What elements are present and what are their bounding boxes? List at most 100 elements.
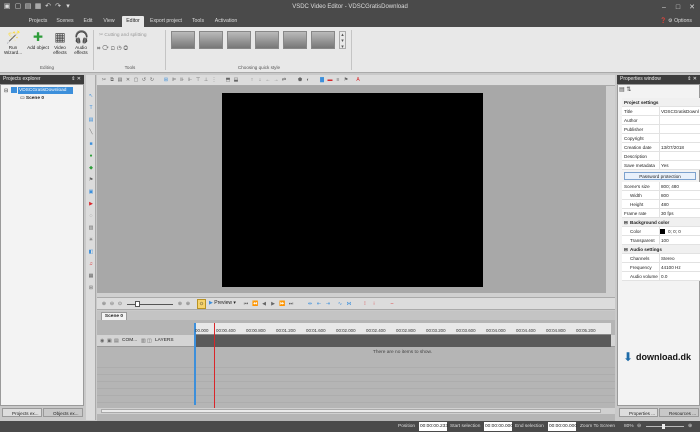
prop-value[interactable]: Yes — [659, 161, 700, 170]
distribute-icon[interactable]: ⋮ — [211, 77, 217, 83]
zoom-to-screen-button[interactable]: Zoom To Screen — [580, 421, 615, 432]
pin-close-icon[interactable]: ⇕ ✕ — [71, 75, 81, 84]
close-button[interactable]: ✕ — [686, 2, 698, 13]
bring-front-icon[interactable]: ⬒ — [225, 77, 231, 83]
quick-style-2[interactable] — [199, 31, 223, 49]
prop-color-row[interactable]: Color 0; 0; 0 — [622, 227, 700, 236]
quick-style-4[interactable] — [255, 31, 279, 49]
move-right-icon[interactable]: → — [273, 77, 279, 83]
shape-icon[interactable]: ⬟ — [297, 77, 303, 83]
rotate-icon[interactable]: ⟳ — [102, 46, 110, 52]
counter-icon[interactable]: ⊞ — [88, 285, 94, 291]
zoom-reset-icon[interactable]: ⊛ — [177, 301, 183, 307]
scene-tree-item[interactable]: ▭ Scene 0 — [20, 96, 44, 101]
prop-value[interactable]: 30 fps — [659, 209, 700, 218]
track-audio-icon[interactable]: ▤ — [114, 338, 119, 344]
rotate-left-icon[interactable]: ↺ — [141, 77, 147, 83]
prop-value[interactable]: 480 — [659, 200, 700, 209]
quick-style-6[interactable] — [311, 31, 335, 49]
rotate-right-icon[interactable]: ↻ — [149, 77, 155, 83]
prop-height-row[interactable]: Height 480 — [622, 200, 700, 209]
tree-collapse-icon[interactable]: ⊟ — [4, 88, 8, 94]
video-icon[interactable]: ▶ — [88, 201, 94, 207]
delete-icon[interactable]: ✕ — [125, 77, 131, 83]
next-frame-icon[interactable]: ⏩ — [279, 301, 285, 307]
maximize-button[interactable]: □ — [672, 2, 684, 13]
tab-resources[interactable]: Resources ... — [659, 408, 699, 417]
prop-value[interactable] — [659, 125, 700, 134]
add-object-button[interactable]: ✚ Add object — [27, 30, 49, 50]
tab-projects-explorer[interactable]: Projects ex... — [2, 408, 42, 417]
font-color-icon[interactable]: A — [355, 77, 361, 83]
tab-projects[interactable]: Projects — [26, 16, 50, 27]
section-audio-settings[interactable]: ⊟ Audio settings — [622, 245, 700, 254]
move-down-icon[interactable]: ↓ — [257, 77, 263, 83]
tab-properties[interactable]: Properties ... — [619, 408, 658, 417]
options-button[interactable]: ❓ ⚙ Options — [656, 16, 696, 27]
move-left-icon[interactable]: ← — [265, 77, 271, 83]
fill-color-icon[interactable]: ▇ — [319, 77, 325, 83]
go-start-icon[interactable]: ⏮ — [243, 301, 249, 307]
step-back-icon[interactable]: ◀ — [261, 301, 267, 307]
spectrum-icon[interactable]: ▦ — [88, 273, 94, 279]
remove-marker-icon[interactable]: – — [389, 301, 395, 307]
free-shape-icon[interactable]: ◆ — [88, 165, 94, 171]
ellipse-icon[interactable]: ● — [88, 153, 94, 159]
marker-start-icon[interactable]: ⁞ — [362, 301, 368, 307]
cutting-splitting-button[interactable]: ✂ Cutting and splitting — [99, 33, 147, 38]
track-visibility-icon[interactable]: ◉ — [100, 338, 104, 344]
preview-vertical-scrollbar[interactable] — [606, 86, 615, 293]
prop-creation-date-row[interactable]: Creation date 13/07/2018 — [622, 143, 700, 152]
cut-icon[interactable]: ✂ — [101, 77, 107, 83]
flip-icon[interactable]: ⇄ — [281, 77, 287, 83]
prop-value[interactable]: 44100 Hz — [659, 263, 700, 272]
track-lock-icon[interactable]: ▣ — [107, 338, 112, 344]
transition-icon[interactable]: ◧ — [88, 249, 94, 255]
waveform-icon[interactable]: ∿ — [337, 301, 343, 307]
prop-width-row[interactable]: Width 800 — [622, 191, 700, 200]
paste-icon[interactable]: ▤ — [117, 77, 123, 83]
minimize-button[interactable]: – — [658, 2, 670, 13]
prop-value[interactable]: 800 — [659, 191, 700, 200]
snap-icon[interactable]: ⋈ — [346, 301, 352, 307]
align-left-icon[interactable]: ⊫ — [171, 77, 177, 83]
audio-icon[interactable]: ♫ — [88, 261, 94, 267]
align-middle-icon[interactable]: ⊥ — [203, 77, 209, 83]
quick-style-scroll[interactable]: ▴ ▾ ▾ — [339, 31, 346, 50]
track-lane[interactable] — [194, 335, 611, 347]
preview-button[interactable]: ▶ Preview ▾ — [209, 300, 236, 306]
zoom-slider-thumb[interactable] — [662, 424, 665, 429]
timeline-horizontal-scrollbar[interactable] — [97, 408, 615, 414]
preview-mode-icon[interactable]: ☼ — [197, 299, 206, 309]
prop-value[interactable]: 13/07/2018 — [659, 143, 700, 152]
scene-canvas[interactable] — [222, 93, 483, 287]
color-swatch[interactable] — [660, 229, 665, 234]
track-blend-icon[interactable]: ▥ — [141, 338, 146, 344]
audio-effects-button[interactable]: 🎧 Audio effects — [70, 30, 92, 55]
tab-scenes[interactable]: Scenes — [54, 16, 76, 27]
zoom-slider[interactable] — [646, 426, 684, 427]
play-pause-icon[interactable]: ▶ — [270, 301, 276, 307]
trim-end-icon[interactable]: ⇥ — [325, 301, 331, 307]
video-effects-button[interactable]: ▦ Video effects — [49, 30, 71, 55]
prop-value[interactable]: 800; 480 — [659, 182, 700, 191]
prop-transparent-row[interactable]: Transparent 100 — [622, 236, 700, 245]
prop-frame-rate-row[interactable]: Frame rate 30 fps — [622, 209, 700, 218]
shadow-icon[interactable]: ◐ — [305, 77, 311, 83]
stabilize-icon[interactable]: ◎ — [123, 46, 130, 52]
grid-icon[interactable]: ⊞ — [163, 77, 169, 83]
prop-value[interactable] — [659, 134, 700, 143]
select-all-icon[interactable]: ▢ — [133, 77, 139, 83]
line-color-icon[interactable]: ▬ — [327, 77, 333, 83]
quick-style-3[interactable] — [227, 31, 251, 49]
marker-end-icon[interactable]: ⁝ — [371, 301, 377, 307]
prop-value[interactable]: 0; 0; 0 — [659, 227, 700, 236]
quick-style-1[interactable] — [171, 31, 195, 49]
zoom-slider[interactable] — [127, 304, 173, 305]
zoom-fit-icon[interactable]: ⊙ — [117, 301, 123, 307]
copy-icon[interactable]: ⧉ — [109, 77, 115, 83]
tab-export-project[interactable]: Export project — [147, 16, 185, 27]
go-end-icon[interactable]: ⏭ — [288, 301, 294, 307]
zoom-out-icon[interactable]: ⊖ — [109, 301, 115, 307]
text-icon[interactable]: T — [88, 105, 94, 111]
